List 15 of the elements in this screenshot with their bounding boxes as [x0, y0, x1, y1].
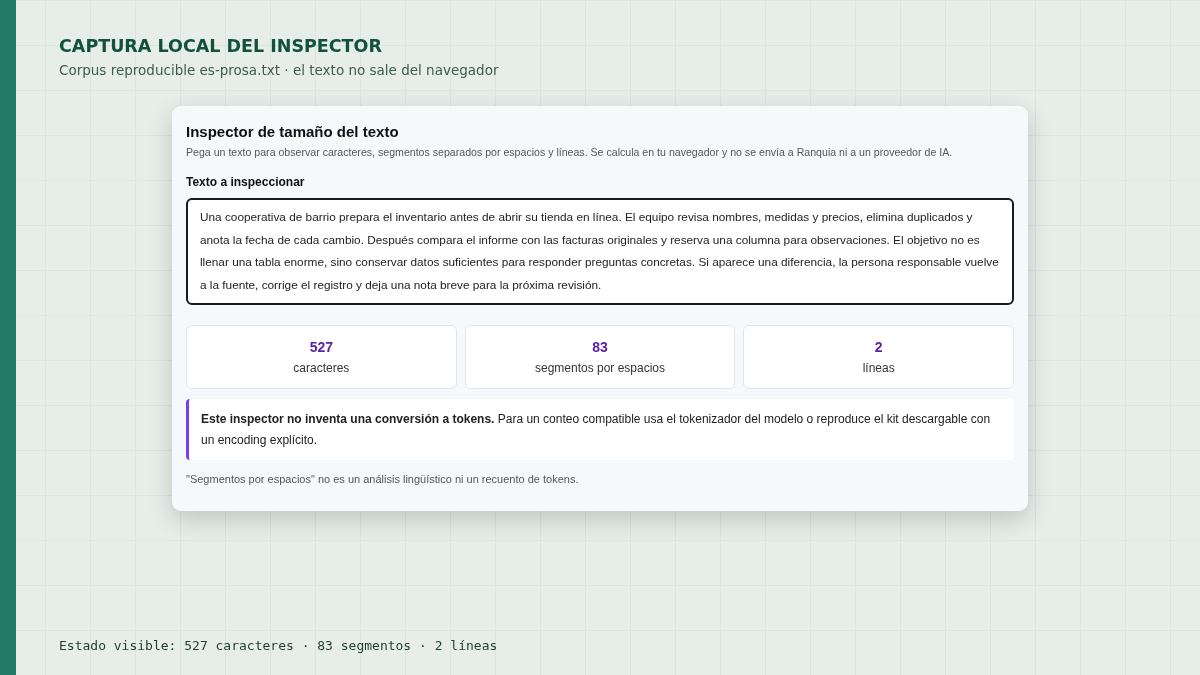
- stat-label: líneas: [862, 361, 895, 375]
- page-title: CAPTURA LOCAL DEL INSPECTOR: [59, 36, 383, 56]
- card-description: Pega un texto para observar caracteres, segmentos separados por espacios y líneas. Se calcula en tu navegador y no se envía a Ranquia ni a un proveedor de IA.: [186, 146, 954, 158]
- stat-value: 2: [874, 339, 883, 355]
- card-title: Inspector de tamaño del texto: [186, 123, 400, 140]
- page-subtitle: Corpus reproducible es-prosa.txt · el texto no sale del navegador: [59, 62, 500, 78]
- footnote: "Segmentos por espacios" no es un análisis lingüístico ni un recuento de tokens.: [186, 473, 580, 485]
- text-input-field[interactable]: Una cooperativa de barrio prepara el inventario antes de abrir su tienda en línea. El equipo revisa nombres, medidas y precios, elimina duplicados y anota la fecha de cada cambio. Después compara el informe con las facturas originales y reserva una columna para observaciones. El objetivo no es llenar una tabla enorme, sino conservar datos suficientes para responder preguntas concretas. Si aparece una diferencia, la persona responsable vuelve a la fuente, corrige el registro y deja una nota breve para la próxima revisión.: [186, 198, 1014, 305]
- stat-value: 527: [309, 339, 333, 355]
- status-line: Estado visible: 527 caracteres · 83 segmentos · 2 líneas: [59, 638, 499, 653]
- field-label: Texto a inspeccionar: [186, 175, 306, 189]
- notice-callout: Este inspector no inventa una conversión a tokens. Para un conteo compatible usa el tokenizador del modelo o reproduce el kit descargable con un encoding explícito.: [186, 399, 1014, 460]
- stat-value: 83: [592, 339, 608, 355]
- stat-label: caracteres: [293, 361, 350, 375]
- stat-label: segmentos por espacios: [534, 361, 666, 375]
